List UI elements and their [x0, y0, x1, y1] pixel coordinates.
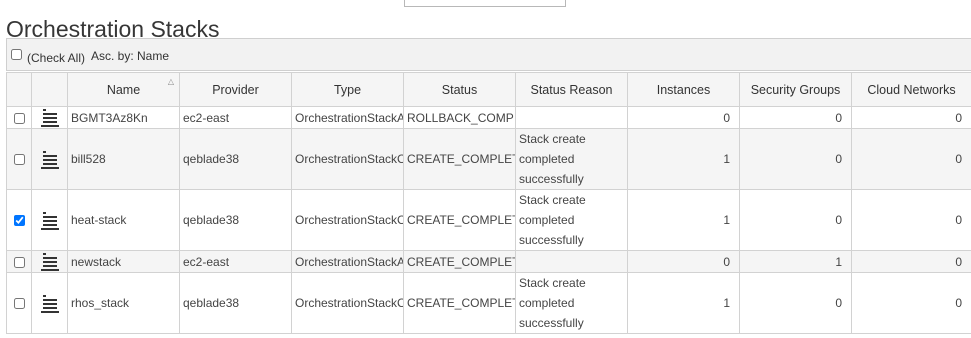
cell-cloud-networks: 0 — [851, 128, 971, 190]
stack-icon — [40, 211, 59, 230]
header-checkbox-column — [6, 72, 32, 107]
stack-icon — [40, 253, 59, 271]
cell-cloud-networks: 0 — [851, 106, 971, 129]
header-name-label: Name — [106, 82, 141, 97]
cell-type: OrchestrationStackC — [291, 272, 404, 334]
cell-name[interactable]: rhos_stack — [67, 272, 180, 334]
dropdown-popup-edge — [404, 0, 566, 7]
header-name[interactable]: Name △ — [67, 72, 180, 107]
header-cloud-networks[interactable]: Cloud Networks — [851, 72, 971, 107]
cell-provider: qeblade38 — [179, 272, 292, 334]
cell-provider: qeblade38 — [179, 189, 292, 251]
cell-type: OrchestrationStackA — [291, 106, 404, 129]
stack-icon — [40, 150, 59, 169]
table-row[interactable]: BGMT3Az8Kn ec2-east OrchestrationStackA … — [6, 106, 971, 129]
list-toolbar: (Check All) Asc. by: Name — [6, 38, 971, 71]
row-checkbox[interactable] — [13, 112, 25, 124]
stack-icon — [40, 294, 59, 313]
cell-security-groups: 0 — [739, 128, 852, 190]
table-row[interactable]: rhos_stack qeblade38 OrchestrationStackC… — [6, 272, 971, 334]
cell-cloud-networks: 0 — [851, 250, 971, 273]
check-all-label[interactable]: (Check All) — [27, 51, 85, 65]
cell-type: OrchestrationStackC — [291, 189, 404, 251]
cell-type: OrchestrationStackA — [291, 250, 404, 273]
cell-status: ROLLBACK_COMP — [403, 106, 516, 129]
header-instances[interactable]: Instances — [627, 72, 740, 107]
cell-security-groups: 1 — [739, 250, 852, 273]
cell-provider: qeblade38 — [179, 128, 292, 190]
cell-status: CREATE_COMPLETE — [403, 189, 516, 251]
cell-provider: ec2-east — [179, 106, 292, 129]
cell-security-groups: 0 — [739, 106, 852, 129]
cell-provider: ec2-east — [179, 250, 292, 273]
header-provider[interactable]: Provider — [179, 72, 292, 107]
cell-security-groups: 0 — [739, 189, 852, 251]
sort-order-label: Asc. by: Name — [91, 49, 170, 63]
table-row[interactable]: heat-stack qeblade38 OrchestrationStackC… — [6, 189, 971, 251]
row-checkbox[interactable] — [13, 154, 25, 166]
cell-instances: 0 — [627, 106, 740, 129]
table-row[interactable]: newstack ec2-east OrchestrationStackA CR… — [6, 250, 971, 273]
header-type[interactable]: Type — [291, 72, 404, 107]
cell-type: OrchestrationStackC — [291, 128, 404, 190]
row-checkbox[interactable] — [13, 298, 25, 310]
cell-name[interactable]: newstack — [67, 250, 180, 273]
cell-instances: 1 — [627, 272, 740, 334]
header-icon-column — [31, 72, 68, 107]
row-checkbox[interactable] — [13, 256, 25, 268]
cell-instances: 1 — [627, 189, 740, 251]
cell-status-reason — [515, 106, 628, 129]
cell-status: CREATE_COMPLETE — [403, 272, 516, 334]
header-status-reason[interactable]: Status Reason — [515, 72, 628, 107]
header-status[interactable]: Status — [403, 72, 516, 107]
cell-status-reason: Stack create completed successfully — [515, 189, 628, 251]
stacks-table: Name △ Provider Type Status Status Reason… — [6, 72, 971, 334]
check-all-checkbox[interactable] — [11, 49, 22, 60]
cell-security-groups: 0 — [739, 272, 852, 334]
cell-name[interactable]: BGMT3Az8Kn — [67, 106, 180, 129]
cell-status: CREATE_COMPLETE — [403, 128, 516, 190]
cell-cloud-networks: 0 — [851, 272, 971, 334]
sort-ascending-icon: △ — [167, 77, 174, 86]
row-checkbox[interactable] — [13, 215, 25, 227]
cell-status-reason: Stack create completed successfully — [515, 128, 628, 190]
header-security-groups[interactable]: Security Groups — [739, 72, 852, 107]
cell-instances: 0 — [627, 250, 740, 273]
table-row[interactable]: bill528 qeblade38 OrchestrationStackC CR… — [6, 128, 971, 190]
cell-status-reason: Stack create completed successfully — [515, 272, 628, 334]
cell-instances: 1 — [627, 128, 740, 190]
stack-icon — [40, 109, 59, 127]
cell-status-reason — [515, 250, 628, 273]
cell-status: CREATE_COMPLETE — [403, 250, 516, 273]
cell-cloud-networks: 0 — [851, 189, 971, 251]
cell-name[interactable]: heat-stack — [67, 189, 180, 251]
cell-name[interactable]: bill528 — [67, 128, 180, 190]
table-header-row: Name △ Provider Type Status Status Reason… — [6, 72, 971, 107]
